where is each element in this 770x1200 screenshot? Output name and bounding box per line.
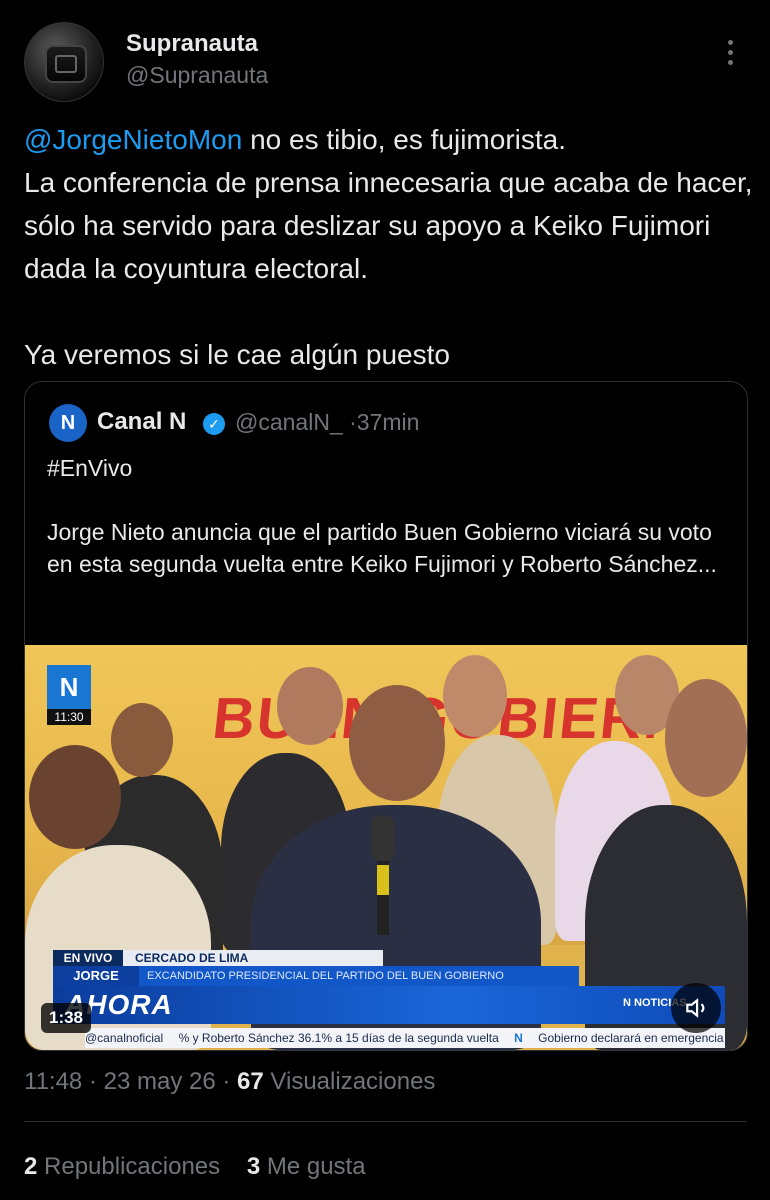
- speaker-name-label: JORGE NIETO: [53, 966, 139, 1003]
- quoted-author-handle[interactable]: @canalN_: [235, 409, 343, 435]
- verified-badge-icon: ✓: [203, 413, 225, 435]
- meta-separator: ·: [349, 409, 357, 435]
- quoted-tweet-card[interactable]: N Canal N ✓ @canalN_ ·37min #EnVivo Jorg…: [24, 381, 748, 1051]
- person-head: [443, 655, 507, 737]
- canaln-avatar[interactable]: N: [49, 404, 87, 442]
- ticker-handle: @canalnoficial: [85, 1031, 164, 1045]
- reposts-label: Republicaciones: [44, 1153, 221, 1180]
- news-ticker: @canalnoficial % y Roberto Sánchez 36.1%…: [85, 1028, 725, 1048]
- video-duration: 1:38: [41, 1003, 91, 1033]
- reposts-stat[interactable]: 2 Republicaciones: [24, 1153, 220, 1180]
- engagement-stats: 2 Republicaciones 3 Me gusta: [24, 1153, 366, 1181]
- live-label: EN VIVO: [53, 950, 123, 966]
- mention-link[interactable]: @JorgeNietoMon: [24, 124, 242, 155]
- post-date[interactable]: 23 may 26: [104, 1068, 216, 1095]
- likes-count: 3: [246, 1153, 261, 1180]
- ticker-item: % y Roberto Sánchez 36.1% a 15 días de l…: [178, 1031, 499, 1045]
- views-count: 67: [237, 1068, 264, 1095]
- likes-stat[interactable]: 3 Me gusta: [247, 1153, 366, 1180]
- speaker-head: [349, 685, 445, 801]
- microphone-flag: [377, 865, 389, 895]
- person-head: [29, 745, 121, 849]
- meta-dot: ·: [222, 1068, 231, 1095]
- more-options-icon[interactable]: [716, 40, 744, 68]
- tweet-text: @JorgeNietoMon no es tibio, es fujimoris…: [24, 118, 754, 376]
- speaker-role-label: EXCANDIDATO PRESIDENCIAL DEL PARTIDO DEL…: [139, 966, 579, 986]
- quoted-author-meta: @canalN_ ·37min: [235, 409, 419, 436]
- avatar[interactable]: [24, 22, 104, 102]
- microphone-icon: [371, 815, 395, 861]
- quoted-text: #EnVivo Jorge Nieto anuncia que el parti…: [47, 452, 717, 580]
- post-time[interactable]: 11:48: [24, 1068, 82, 1095]
- quoted-hashtag[interactable]: #EnVivo: [47, 452, 717, 484]
- likes-label: Me gusta: [266, 1153, 366, 1180]
- ticker-logo-icon: N: [514, 1031, 523, 1045]
- meta-dot: ·: [88, 1068, 97, 1095]
- person-head: [277, 667, 343, 745]
- broadcast-clock: 11:30: [47, 709, 91, 725]
- tweet-line-1: no es tibio, es fujimorista.: [242, 124, 567, 155]
- quoted-body: Jorge Nieto anuncia que el partido Buen …: [47, 519, 717, 577]
- reposts-count: 2: [24, 1153, 38, 1180]
- views-label: Visualizaciones: [270, 1068, 436, 1095]
- ticker-item: Gobierno declarará en emergencia: [538, 1031, 724, 1045]
- quoted-time: 37min: [356, 409, 420, 435]
- quoted-author-name[interactable]: Canal N: [97, 408, 186, 436]
- divider: [24, 1121, 746, 1122]
- author-handle[interactable]: @Supranauta: [126, 62, 268, 89]
- author-display-name[interactable]: Supranauta: [126, 30, 258, 58]
- person-head: [665, 679, 747, 797]
- tweet-line-2: La conferencia de prensa innecesaria que…: [24, 167, 753, 284]
- tweet-meta: 11:48 · 23 may 26 · 67 Visualizaciones: [24, 1068, 435, 1096]
- tweet-line-3: Ya veremos si le cae algún puesto: [24, 339, 450, 370]
- channel-logo-icon: N: [47, 665, 91, 709]
- video-player[interactable]: BUEN GOBIERNO N 11:30 EN VIVO CERCADO DE…: [25, 645, 747, 1050]
- person-head: [111, 703, 173, 777]
- speaker-muted-icon[interactable]: [671, 983, 721, 1033]
- location-label: CERCADO DE LIMA: [123, 950, 383, 966]
